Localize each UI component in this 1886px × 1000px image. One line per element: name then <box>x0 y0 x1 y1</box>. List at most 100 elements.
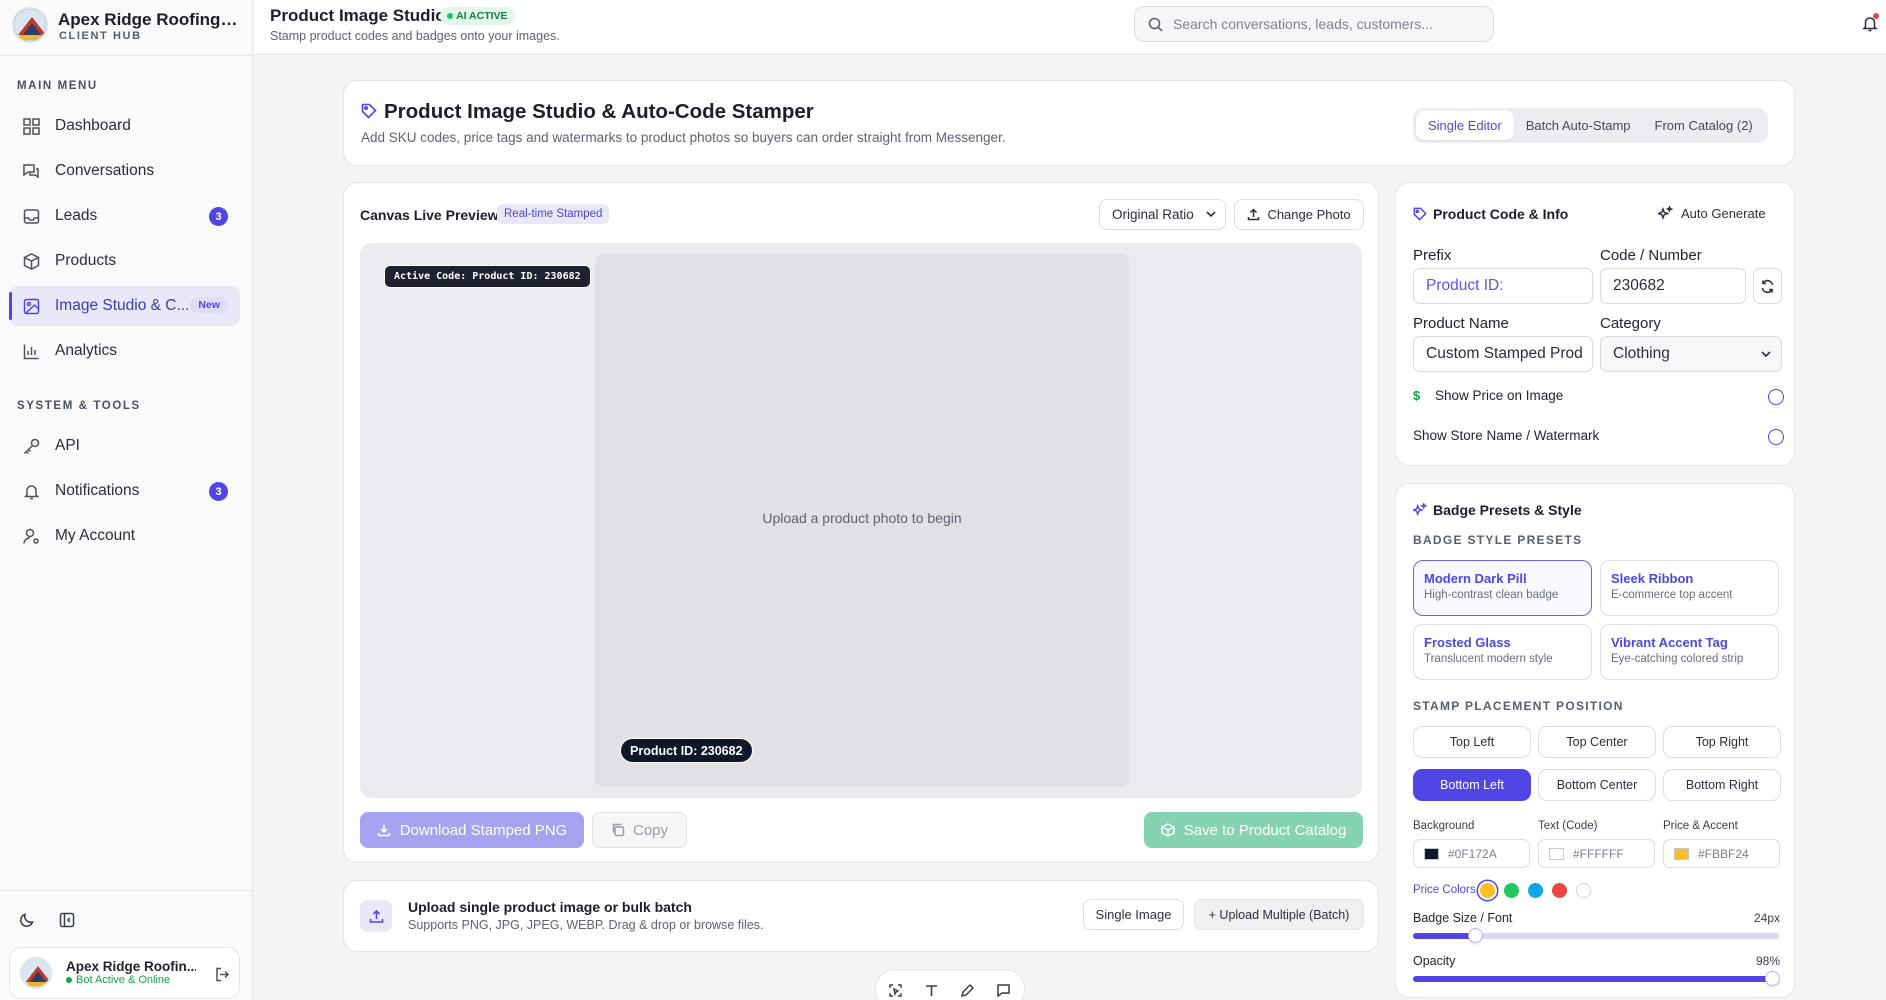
upload-multiple-batch-button[interactable]: + Upload Multiple (Batch) <box>1194 899 1364 930</box>
logout-icon[interactable] <box>215 967 230 982</box>
preset-description: Translucent modern style <box>1424 653 1553 665</box>
box-icon <box>21 251 41 271</box>
sidebar-item-my-account[interactable]: My Account <box>9 516 240 556</box>
product-name-input[interactable]: Custom Stamped Prod <box>1413 336 1593 372</box>
code-number-input[interactable]: 230682 <box>1600 268 1746 304</box>
price-color-white[interactable] <box>1576 883 1591 898</box>
search-input[interactable]: Search conversations, leads, customers..… <box>1134 6 1494 42</box>
tag-icon <box>361 103 377 119</box>
sidebar-item-notifications[interactable]: Notifications 3 <box>9 471 240 511</box>
preset-description: E-commerce top accent <box>1611 589 1733 601</box>
page-title: Product Image Studio <box>270 6 446 25</box>
accent-color-input[interactable]: #FBBF24 <box>1663 839 1780 868</box>
sidebar-item-label: Leads <box>55 207 98 224</box>
single-image-button[interactable]: Single Image <box>1083 899 1184 930</box>
brand[interactable] <box>12 7 48 43</box>
price-color-red[interactable] <box>1552 883 1567 898</box>
image-drop-zone[interactable]: Upload a product photo to begin Product … <box>595 254 1129 787</box>
leads-count-badge: 3 <box>209 207 228 226</box>
save-to-catalog-button[interactable]: Save to Product Catalog <box>1144 812 1363 848</box>
theme-toggle-moon-icon[interactable] <box>19 912 35 928</box>
divider <box>0 890 253 891</box>
chat-icon <box>21 161 41 181</box>
code-number-label: Code / Number <box>1600 247 1702 264</box>
comment-tool-icon[interactable] <box>996 983 1011 998</box>
refresh-icon <box>1760 279 1775 294</box>
change-photo-button[interactable]: Change Photo <box>1234 199 1364 230</box>
badge-style-title: Badge Presets & Style <box>1433 502 1582 518</box>
position-top-left[interactable]: Top Left <box>1413 726 1531 758</box>
avatar <box>20 957 52 989</box>
sidebar-item-label: API <box>55 437 80 454</box>
sidebar-item-image-studio[interactable]: Image Studio & C... New <box>9 286 240 326</box>
background-color-input[interactable]: #0F172A <box>1413 839 1530 868</box>
studio-subtitle: Add SKU codes, price tags and watermarks… <box>361 130 1006 145</box>
sidebar-item-leads[interactable]: Leads 3 <box>9 196 240 236</box>
badge-style-card: Badge Presets & Style BADGE STYLE PRESET… <box>1395 483 1795 998</box>
tab-from-catalog[interactable]: From Catalog (2) <box>1643 111 1765 140</box>
category-select[interactable]: Clothing <box>1600 336 1782 372</box>
badge-size-slider-fill <box>1413 933 1475 939</box>
upload-icon <box>1247 208 1260 221</box>
canvas-area[interactable]: Upload a product photo to begin Product … <box>360 243 1362 798</box>
sidebar-item-products[interactable]: Products <box>9 241 240 281</box>
price-color-green[interactable] <box>1504 883 1519 898</box>
page-subtitle: Stamp product codes and badges onto your… <box>270 29 560 43</box>
preset-sleek-ribbon[interactable]: Sleek Ribbon E-commerce top accent <box>1600 560 1779 616</box>
category-label: Category <box>1600 315 1661 332</box>
position-bottom-center[interactable]: Bottom Center <box>1538 769 1656 801</box>
opacity-label: Opacity <box>1413 954 1456 968</box>
download-label: Download Stamped PNG <box>399 821 568 839</box>
notifications-bell-icon[interactable] <box>1862 13 1879 32</box>
tab-batch-auto-stamp[interactable]: Batch Auto-Stamp <box>1514 111 1643 140</box>
upload-subtitle: Supports PNG, JPG, JPEG, WEBP. Drag & dr… <box>408 918 764 932</box>
notifications-count-badge: 3 <box>209 482 228 501</box>
current-user-card[interactable]: Apex Ridge Roofin... Bot Active & Online <box>9 947 240 999</box>
auto-generate-button[interactable]: Auto Generate <box>1658 206 1766 221</box>
system-tools-label: SYSTEM & TOOLS <box>17 400 141 412</box>
sidebar-item-conversations[interactable]: Conversations <box>9 151 240 191</box>
sidebar-item-label: Notifications <box>55 482 140 499</box>
preset-frosted-glass[interactable]: Frosted Glass Translucent modern style <box>1413 624 1592 680</box>
position-bottom-right[interactable]: Bottom Right <box>1663 769 1781 801</box>
box-icon <box>1160 823 1175 837</box>
price-color-blue[interactable] <box>1528 883 1543 898</box>
tab-single-editor[interactable]: Single Editor <box>1416 111 1514 140</box>
sidebar-item-label: Conversations <box>55 162 155 179</box>
badge-size-label: Badge Size / Font <box>1413 911 1513 925</box>
position-bottom-left[interactable]: Bottom Left <box>1413 769 1531 801</box>
download-png-button[interactable]: Download Stamped PNG <box>360 812 584 848</box>
show-watermark-toggle[interactable] <box>1768 429 1784 445</box>
copy-button[interactable]: Copy <box>592 812 687 848</box>
text-tool-icon[interactable] <box>924 983 939 998</box>
prefix-input[interactable]: Product ID: <box>1413 268 1593 304</box>
sidebar-item-dashboard[interactable]: Dashboard <box>9 106 240 146</box>
preset-modern-dark-pill[interactable]: Modern Dark Pill High-contrast clean bad… <box>1413 560 1592 616</box>
position-top-right[interactable]: Top Right <box>1663 726 1781 758</box>
sidebar-item-analytics[interactable]: Analytics <box>9 331 240 371</box>
background-color-value: #0F172A <box>1448 846 1497 861</box>
select-tool-icon[interactable] <box>888 983 903 998</box>
pen-tool-icon[interactable] <box>960 983 975 998</box>
product-code-stamp[interactable]: Product ID: 230682 <box>620 738 753 763</box>
preset-vibrant-accent-tag[interactable]: Vibrant Accent Tag Eye-catching colored … <box>1600 624 1779 680</box>
preset-title: Vibrant Accent Tag <box>1611 635 1728 650</box>
show-price-toggle[interactable] <box>1768 389 1784 405</box>
show-price-label: Show Price on Image <box>1435 388 1564 403</box>
chevron-down-icon <box>1761 351 1771 358</box>
sidebar-item-api[interactable]: API <box>9 426 240 466</box>
position-top-center[interactable]: Top Center <box>1538 726 1656 758</box>
unread-dot <box>1873 13 1879 19</box>
inbox-icon <box>21 206 41 226</box>
upload-card: Upload single product image or bulk batc… <box>343 880 1379 952</box>
price-color-yellow[interactable] <box>1480 883 1495 898</box>
opacity-slider-thumb[interactable] <box>1765 971 1780 986</box>
text-color-label: Text (Code) <box>1538 820 1598 832</box>
ratio-select[interactable]: Original Ratio <box>1099 199 1226 230</box>
price-colors-label: Price Colors <box>1413 884 1476 896</box>
collapse-sidebar-icon[interactable] <box>59 912 75 928</box>
text-color-input[interactable]: #FFFFFF <box>1538 839 1655 868</box>
search-icon <box>1148 17 1163 32</box>
badge-size-slider-thumb[interactable] <box>1468 928 1483 943</box>
regenerate-code-button[interactable] <box>1753 268 1782 304</box>
